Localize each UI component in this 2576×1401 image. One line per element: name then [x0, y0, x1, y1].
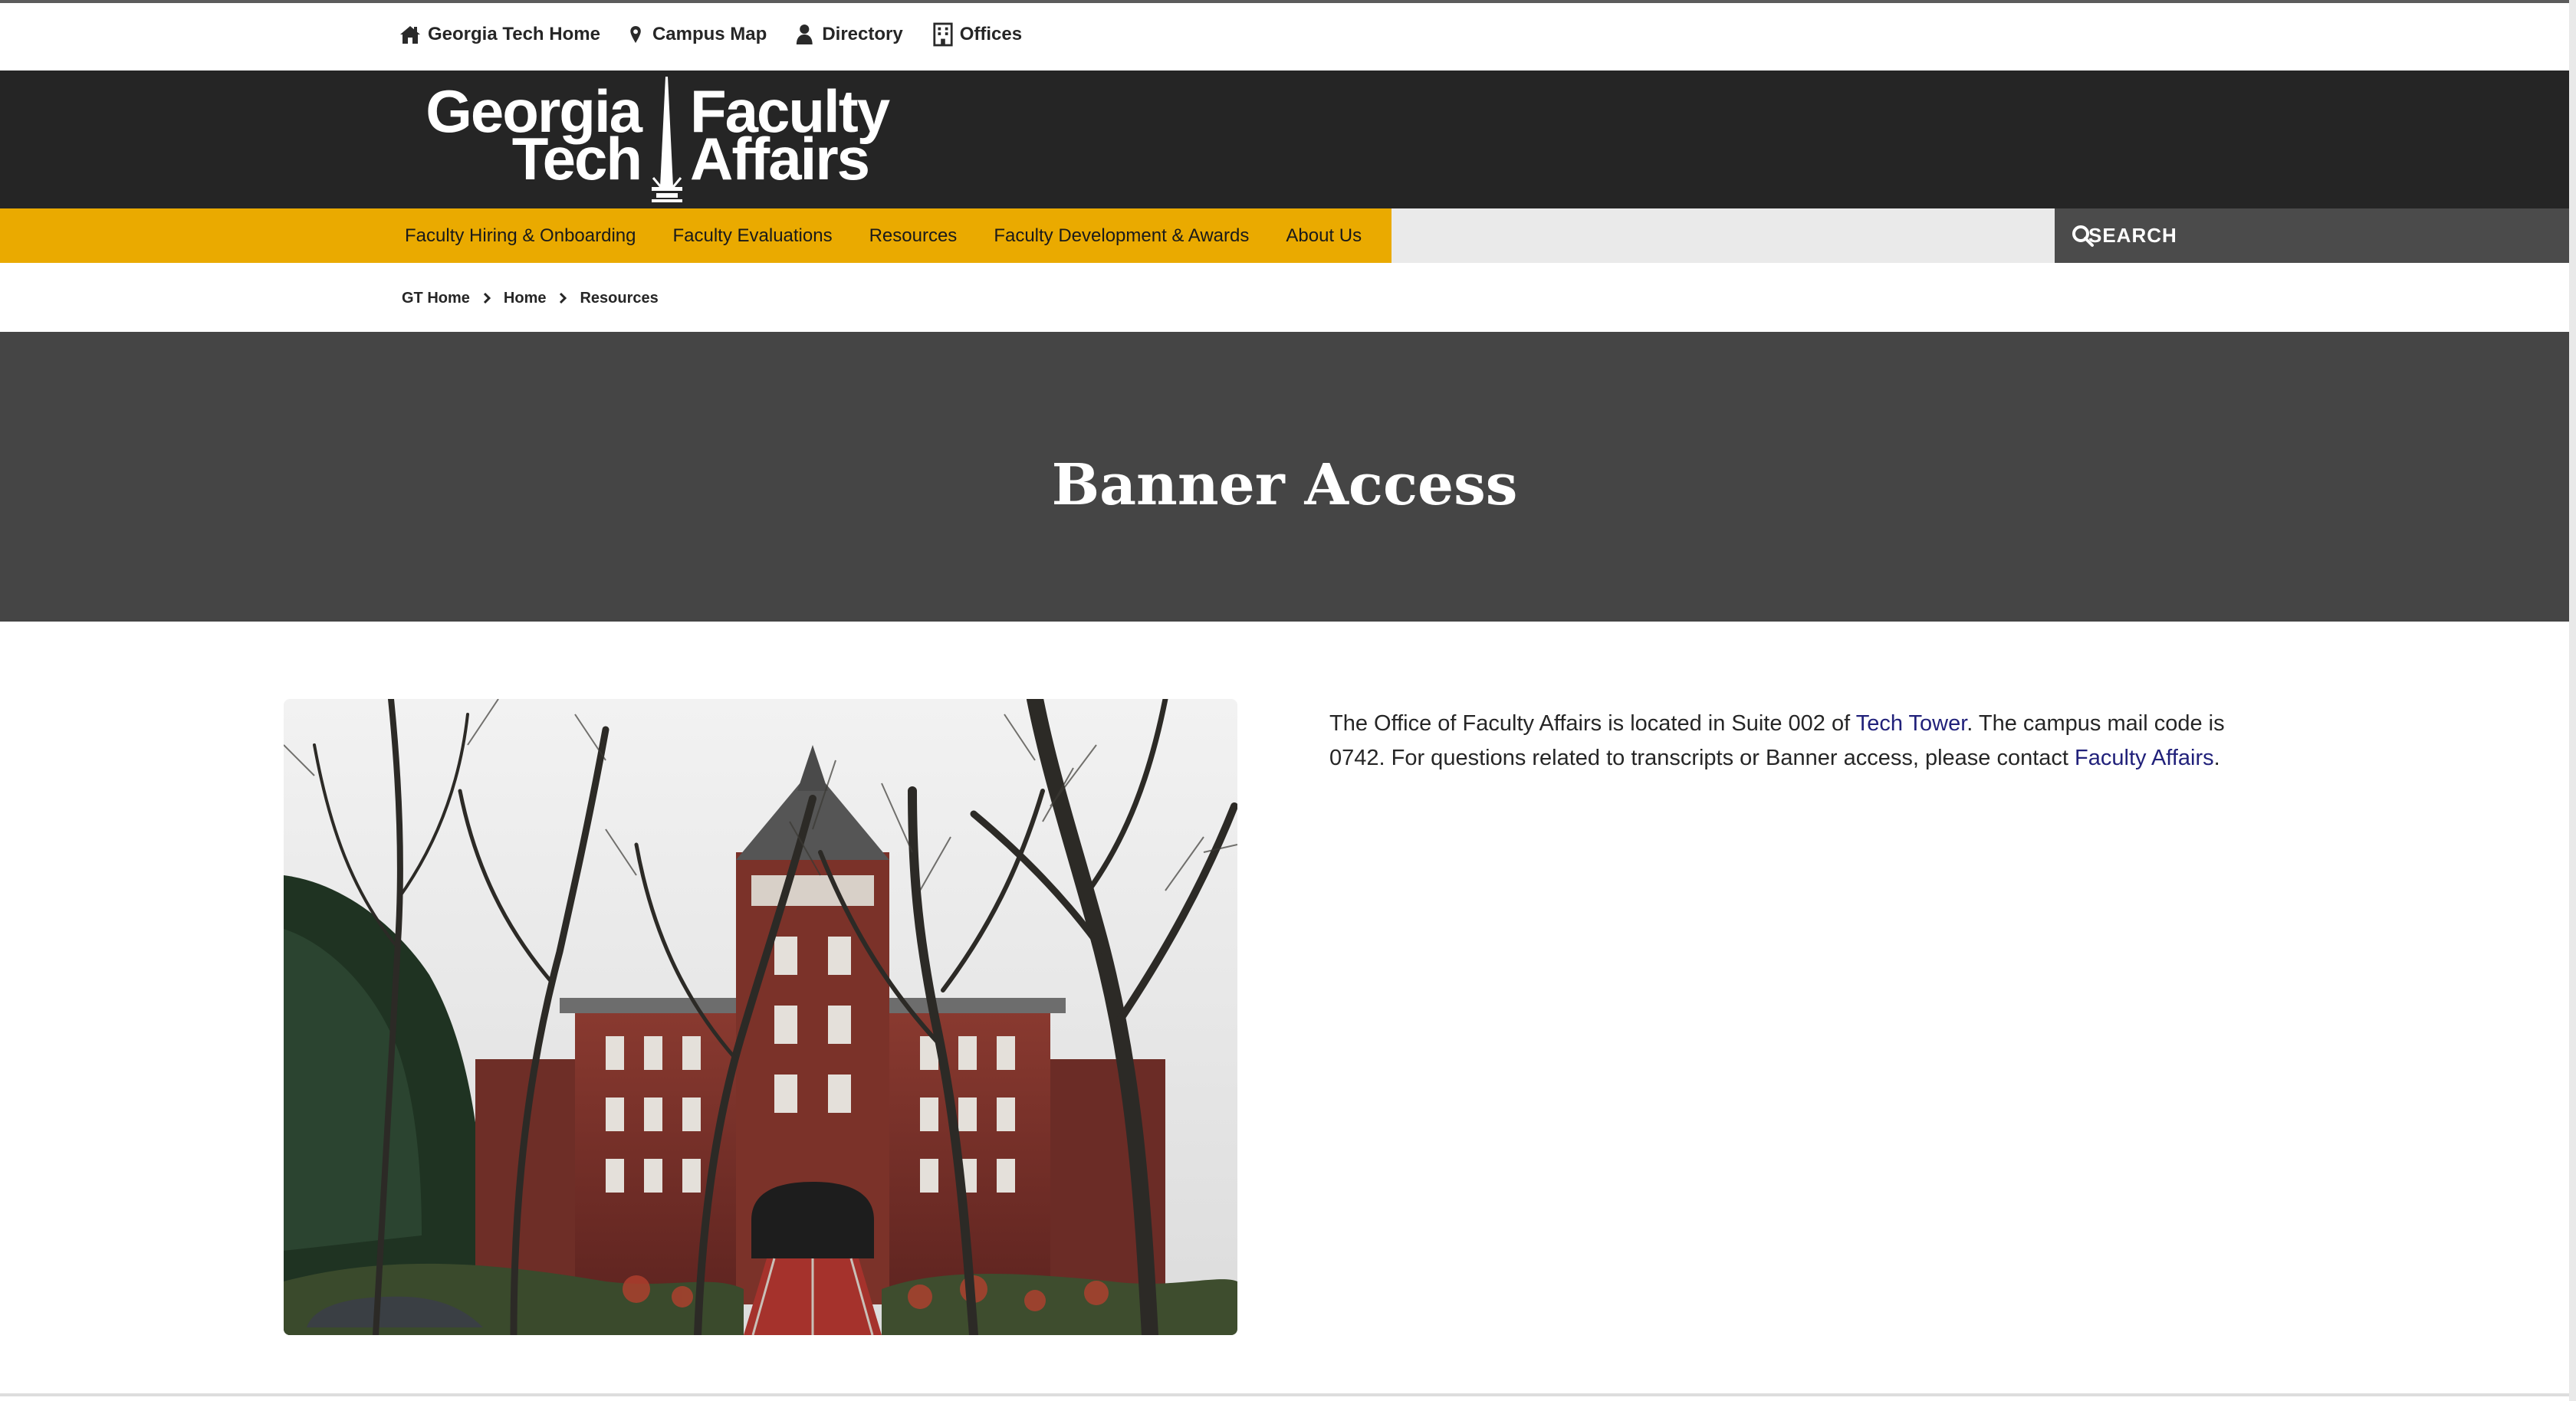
utility-link-georgia-tech-home[interactable]: Georgia Tech Home	[399, 21, 600, 48]
home-icon	[400, 26, 420, 44]
utility-link-label: Campus Map	[652, 24, 767, 44]
utility-link-directory[interactable]: Directory	[796, 21, 903, 48]
nav-item-about-us[interactable]: About Us	[1286, 225, 1362, 247]
intro-text: .	[2213, 746, 2220, 770]
top-border	[0, 0, 2576, 3]
search-input[interactable]	[1392, 208, 2055, 263]
utility-link-label: Georgia Tech Home	[428, 24, 600, 44]
logo-text: Tech	[512, 125, 641, 192]
page-hero: Banner Access	[0, 332, 2569, 622]
building-icon	[933, 22, 953, 47]
search-button-label: SEARCH	[2088, 224, 2177, 247]
breadcrumb-gt-home[interactable]: GT Home	[402, 290, 470, 307]
nav-item-resources[interactable]: Resources	[869, 225, 958, 247]
tech-tower-illustration	[284, 699, 1237, 1335]
utility-nav: Georgia Tech Home Campus Map Directory O…	[399, 15, 1051, 54]
utility-link-label: Directory	[822, 24, 903, 44]
person-icon	[797, 25, 813, 44]
site-header: Georgia Tech Faculty Affairs	[0, 71, 2569, 208]
intro-text: The Office of Faculty Affairs is located…	[1329, 711, 1856, 736]
main-nav: Faculty Hiring & Onboarding Faculty Eval…	[0, 208, 1392, 263]
breadcrumb: GT Home Home Resources	[402, 285, 659, 311]
georgia-tech-faculty-affairs-logo[interactable]: Georgia Tech Faculty Affairs	[383, 72, 951, 207]
search-button[interactable]: SEARCH	[2055, 208, 2569, 263]
utility-link-offices[interactable]: Offices	[932, 21, 1022, 48]
tech-tower-spire-icon	[652, 77, 682, 202]
breadcrumb-home[interactable]: Home	[504, 290, 547, 307]
breadcrumb-current: Resources	[580, 289, 659, 307]
chevron-right-icon	[483, 292, 491, 304]
intro-paragraph: The Office of Faculty Affairs is located…	[1329, 707, 2249, 776]
tech-tower-link[interactable]: Tech Tower	[1856, 711, 1967, 736]
chevron-right-icon	[560, 292, 567, 304]
faculty-affairs-link[interactable]: Faculty Affairs	[2075, 746, 2214, 770]
utility-link-label: Offices	[959, 24, 1023, 44]
tech-tower-photo	[284, 699, 1237, 1335]
nav-item-faculty-development-awards[interactable]: Faculty Development & Awards	[994, 225, 1249, 247]
window-scrollbar-gutter	[2569, 0, 2576, 1401]
page-title: Banner Access	[1051, 452, 1518, 518]
logo-text: Affairs	[690, 125, 869, 192]
nav-item-faculty-evaluations[interactable]: Faculty Evaluations	[672, 225, 832, 247]
bottom-divider	[0, 1393, 2569, 1396]
utility-link-campus-map[interactable]: Campus Map	[629, 21, 767, 48]
map-pin-icon	[630, 26, 641, 43]
nav-item-faculty-hiring-onboarding[interactable]: Faculty Hiring & Onboarding	[405, 225, 636, 247]
